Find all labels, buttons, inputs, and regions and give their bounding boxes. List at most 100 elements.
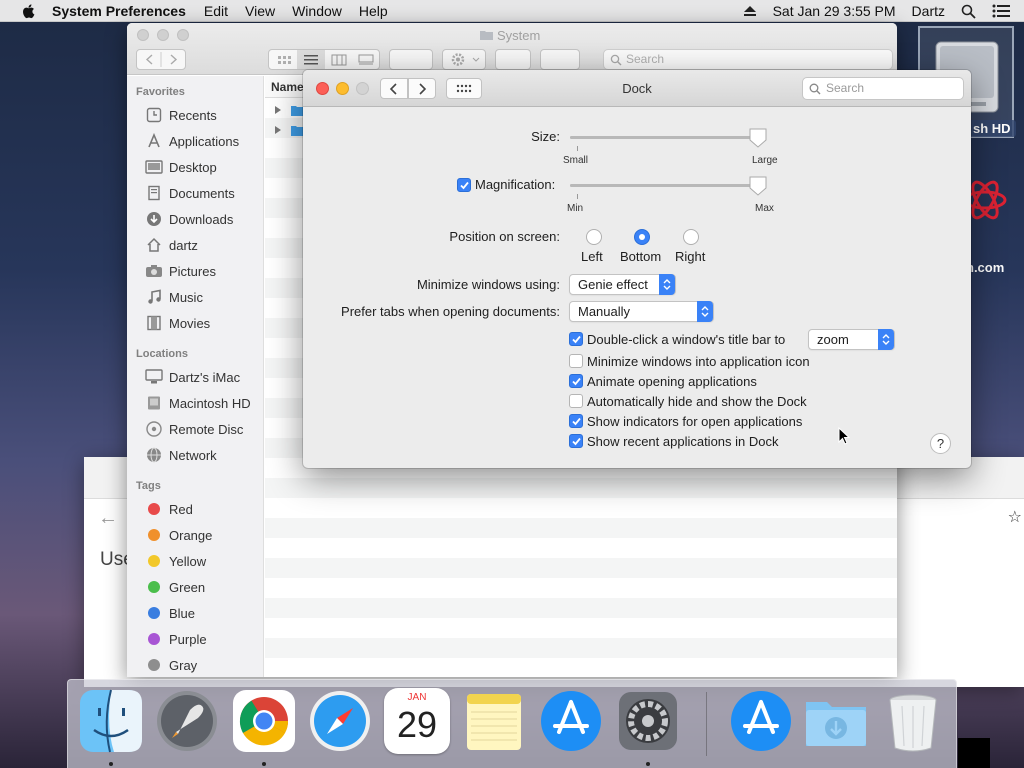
dark-overlay xyxy=(958,738,990,768)
position-bottom-radio[interactable] xyxy=(634,229,650,245)
finder-action-gear-icon[interactable] xyxy=(442,49,486,70)
sidebar-tag-red[interactable]: Red xyxy=(145,499,193,519)
slider-tick xyxy=(577,146,578,151)
menu-edit[interactable]: Edit xyxy=(204,3,228,19)
minimize-into-icon-checkbox[interactable] xyxy=(569,354,583,368)
magnification-slider-thumb[interactable] xyxy=(749,176,767,196)
prefer-tabs-label: Prefer tabs when opening documents: xyxy=(341,304,560,319)
disclosure-triangle-icon[interactable] xyxy=(273,105,283,115)
bookmark-star-icon[interactable]: ☆ xyxy=(1008,507,1022,527)
safari-dock-icon[interactable] xyxy=(307,688,373,754)
sidebar-tag-orange[interactable]: Orange xyxy=(145,525,212,545)
spotlight-search-icon[interactable] xyxy=(961,4,976,19)
position-right-radio[interactable] xyxy=(683,229,699,245)
system-preferences-dock-icon[interactable] xyxy=(615,688,681,754)
trash-dock-icon[interactable] xyxy=(880,688,946,754)
sidebar-item-documents[interactable]: Documents xyxy=(145,183,235,203)
applications-icon xyxy=(145,133,163,149)
finder-tag-icon[interactable] xyxy=(540,49,580,70)
tag-label: Purple xyxy=(169,631,207,647)
minimize-effect-select[interactable]: Genie effect xyxy=(569,274,676,295)
show-recent-apps-checkbox[interactable] xyxy=(569,434,583,448)
sidebar-tag-blue[interactable]: Blue xyxy=(145,603,195,623)
size-label: Size: xyxy=(531,129,560,144)
magnification-slider-track[interactable] xyxy=(570,184,765,187)
eject-icon[interactable] xyxy=(743,5,757,17)
tag-color-dot xyxy=(148,503,160,515)
app-store-dock-icon[interactable] xyxy=(538,688,604,754)
menu-window[interactable]: Window xyxy=(292,3,342,19)
tag-color-dot xyxy=(148,529,160,541)
dock-preferences-window[interactable]: Dock Search Size: Small Large Magnificat… xyxy=(303,70,971,468)
browser-back-icon[interactable]: ← xyxy=(98,507,118,530)
sidebar-item-remote-disc[interactable]: Remote Disc xyxy=(145,419,243,439)
sidebar-tag-gray[interactable]: Gray xyxy=(145,655,197,675)
calendar-dock-icon[interactable]: JAN 29 xyxy=(384,688,450,754)
home-icon xyxy=(145,237,163,253)
desktop-partial-text: n.com xyxy=(966,260,1005,275)
sidebar-tag-green[interactable]: Green xyxy=(145,577,205,597)
sidebar-item-home[interactable]: dartz xyxy=(145,235,198,255)
prefer-tabs-value: Manually xyxy=(578,304,631,319)
double-click-label: Double-click a window's title bar to xyxy=(587,332,786,347)
sidebar-item-recents[interactable]: Recents xyxy=(145,105,217,125)
hard-drive-icon xyxy=(145,395,163,411)
prefs-search-input[interactable]: Search xyxy=(802,77,964,100)
animate-opening-label: Animate opening applications xyxy=(587,374,757,389)
menu-view[interactable]: View xyxy=(245,3,275,19)
sidebar-item-desktop[interactable]: Desktop xyxy=(145,157,217,177)
help-button[interactable]: ? xyxy=(930,433,951,454)
sidebar-item-pictures[interactable]: Pictures xyxy=(145,261,216,281)
notes-dock-icon[interactable] xyxy=(461,688,527,754)
globe-icon xyxy=(145,447,163,463)
sidebar-item-network[interactable]: Network xyxy=(145,445,217,465)
sidebar-tag-purple[interactable]: Purple xyxy=(145,629,207,649)
disclosure-triangle-icon[interactable] xyxy=(273,125,283,135)
finder-group-button[interactable] xyxy=(389,49,433,70)
size-slider-track[interactable] xyxy=(570,136,765,139)
finder-dock-icon[interactable] xyxy=(78,688,144,754)
chevron-updown-icon xyxy=(659,274,675,295)
double-click-checkbox[interactable] xyxy=(569,332,583,346)
position-left-radio[interactable] xyxy=(586,229,602,245)
sidebar-item-movies[interactable]: Movies xyxy=(145,313,210,333)
menu-app-name[interactable]: System Preferences xyxy=(52,3,186,19)
position-bottom-label: Bottom xyxy=(620,249,662,264)
finder-back-forward[interactable] xyxy=(136,49,186,70)
chrome-dock-icon[interactable] xyxy=(231,688,297,754)
app-store-recent-dock-icon[interactable] xyxy=(728,688,794,754)
menu-user[interactable]: Dartz xyxy=(912,3,945,19)
notification-center-icon[interactable] xyxy=(992,4,1010,18)
clock-icon xyxy=(145,107,163,123)
launchpad-dock-icon[interactable] xyxy=(154,688,220,754)
finder-search-input[interactable]: Search xyxy=(603,49,893,70)
prefer-tabs-select[interactable]: Manually xyxy=(569,301,714,322)
sidebar-tag-yellow[interactable]: Yellow xyxy=(145,551,206,571)
sidebar-item-macintosh-hd[interactable]: Macintosh HD xyxy=(145,393,251,413)
menu-help[interactable]: Help xyxy=(359,3,388,19)
running-indicator xyxy=(262,762,266,766)
size-slider-thumb[interactable] xyxy=(749,128,767,148)
autohide-dock-checkbox[interactable] xyxy=(569,394,583,408)
magnification-checkbox[interactable] xyxy=(457,178,471,192)
animate-opening-checkbox[interactable] xyxy=(569,374,583,388)
sidebar-item-imac[interactable]: Dartz's iMac xyxy=(145,367,240,387)
sidebar-item-applications[interactable]: Applications xyxy=(145,131,239,151)
double-click-action-select[interactable]: zoom xyxy=(808,329,895,350)
menu-clock[interactable]: Sat Jan 29 3:55 PM xyxy=(773,3,896,19)
show-indicators-checkbox[interactable] xyxy=(569,414,583,428)
finder-sidebar: Favorites Recents Applications Desktop D… xyxy=(127,76,264,677)
finder-titlebar: System Search xyxy=(127,23,897,75)
downloads-folder-dock-icon[interactable] xyxy=(803,688,869,754)
apple-menu-icon[interactable] xyxy=(20,2,38,20)
calendar-month: JAN xyxy=(407,692,427,703)
sidebar-item-downloads[interactable]: Downloads xyxy=(145,209,233,229)
sidebar-item-music[interactable]: Music xyxy=(145,287,203,307)
finder-view-switcher[interactable] xyxy=(268,49,380,70)
magnification-slider-fill xyxy=(570,184,765,187)
tag-label: Red xyxy=(169,501,193,517)
finder-zoom-button[interactable] xyxy=(177,29,189,41)
finder-share-icon[interactable] xyxy=(495,49,531,70)
finder-minimize-button[interactable] xyxy=(157,29,169,41)
finder-close-button[interactable] xyxy=(137,29,149,41)
